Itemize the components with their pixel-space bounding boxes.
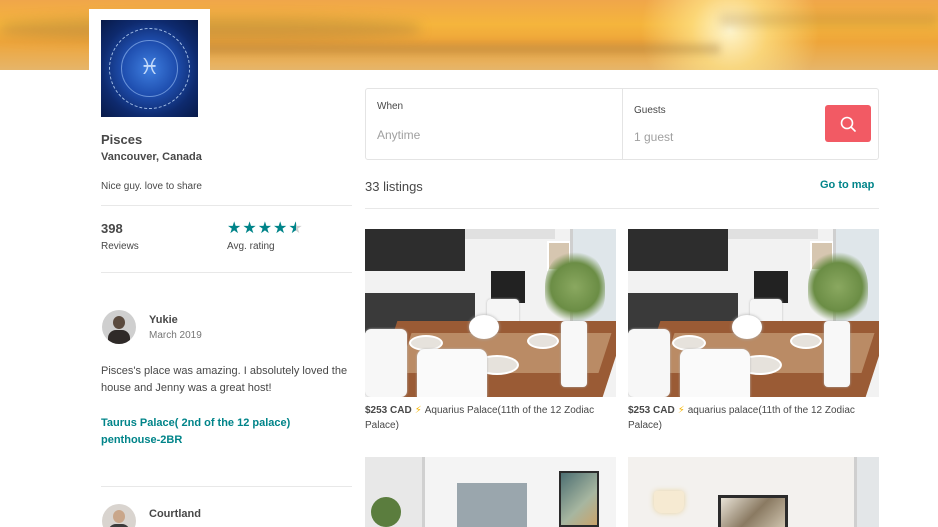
reviews-count: 398 [101, 221, 123, 236]
photo-ceiling [728, 229, 818, 239]
lightning-bolt-icon: ⚡ [677, 405, 685, 416]
photo-plant [808, 249, 868, 325]
photo-chair [417, 349, 487, 397]
photo-flowers [732, 315, 762, 339]
search-bar: When Anytime Guests 1 guest [365, 88, 879, 160]
photo-chair [365, 329, 407, 397]
host-avatar[interactable]: ♓ [101, 20, 198, 117]
host-location: Vancouver, Canada [101, 151, 202, 163]
lightning-bolt-icon: ⚡ [414, 405, 422, 416]
listing-photo[interactable] [628, 229, 879, 397]
photo-chair [680, 349, 750, 397]
photo-vase [561, 321, 587, 387]
search-icon [840, 116, 856, 132]
photo-flowers [469, 315, 499, 339]
avatar-head [113, 510, 125, 523]
photo-window [457, 483, 527, 527]
host-name: Pisces [101, 132, 143, 147]
reviewer-name[interactable]: Yukie [149, 314, 178, 326]
go-to-map-link[interactable]: Go to map [820, 179, 874, 191]
search-button[interactable] [825, 105, 871, 142]
banner-cloud [720, 14, 938, 26]
when-field[interactable]: Anytime [377, 128, 420, 142]
photo-plant [371, 497, 401, 527]
banner-cloud [0, 18, 420, 40]
review-text: Pisces's place was amazing. I absolutely… [101, 365, 348, 394]
host-bio: Nice guy. love to share [101, 181, 202, 192]
reviews-label: Reviews [101, 241, 139, 252]
banner-cloud [200, 44, 720, 54]
photo-art [559, 471, 599, 527]
divider [101, 205, 352, 206]
banner-sun [640, 0, 820, 70]
field-separator [622, 89, 623, 159]
zodiac-glyph-icon: ♓ [139, 55, 160, 80]
avatar-head [113, 316, 125, 329]
avatar-body [108, 330, 130, 344]
rating-stars: ★★★★★ [227, 218, 304, 237]
listing-price: $253 CAD [628, 405, 675, 416]
photo-art [718, 495, 788, 527]
photo-cabinets [365, 229, 465, 271]
guests-label: Guests [634, 105, 666, 116]
review-date: March 2019 [149, 330, 202, 341]
photo-lamp [654, 491, 684, 513]
listing-info[interactable]: $253 CAD ⚡ aquarius palace(11th of the 12 … [628, 403, 879, 433]
full-star-icons: ★★★★ [227, 218, 289, 237]
reviewer-name[interactable]: Courtland [149, 508, 201, 520]
reviewer-avatar[interactable] [102, 310, 136, 344]
divider [365, 208, 879, 209]
listings-count: 33 listings [365, 179, 423, 194]
rating-label: Avg. rating [227, 241, 275, 252]
photo-chair [628, 329, 670, 397]
listing-info[interactable]: $253 CAD ⚡ Aquarius Palace(11th of the 12 … [365, 403, 616, 433]
photo-bowl [790, 333, 822, 349]
listing-photo[interactable] [628, 457, 879, 527]
photo-cabinets [628, 229, 728, 271]
photo-ceiling [465, 229, 555, 239]
divider [101, 272, 352, 273]
when-label: When [377, 101, 404, 112]
listing-photo[interactable] [365, 457, 616, 527]
reviewer-avatar[interactable] [102, 504, 136, 527]
photo-bowl [527, 333, 559, 349]
review-listing-link[interactable]: Taurus Palace( 2nd of the 12 palace) pen… [101, 415, 341, 449]
half-star-icon: ★ [288, 218, 304, 237]
guests-field[interactable]: 1 guest [634, 130, 673, 144]
host-avatar-card: ♓ [89, 9, 210, 127]
photo-window [854, 457, 879, 527]
photo-plant [545, 249, 605, 325]
divider [101, 486, 352, 487]
listing-photo[interactable] [365, 229, 616, 397]
listing-price: $253 CAD [365, 405, 412, 416]
photo-vase [824, 321, 850, 387]
